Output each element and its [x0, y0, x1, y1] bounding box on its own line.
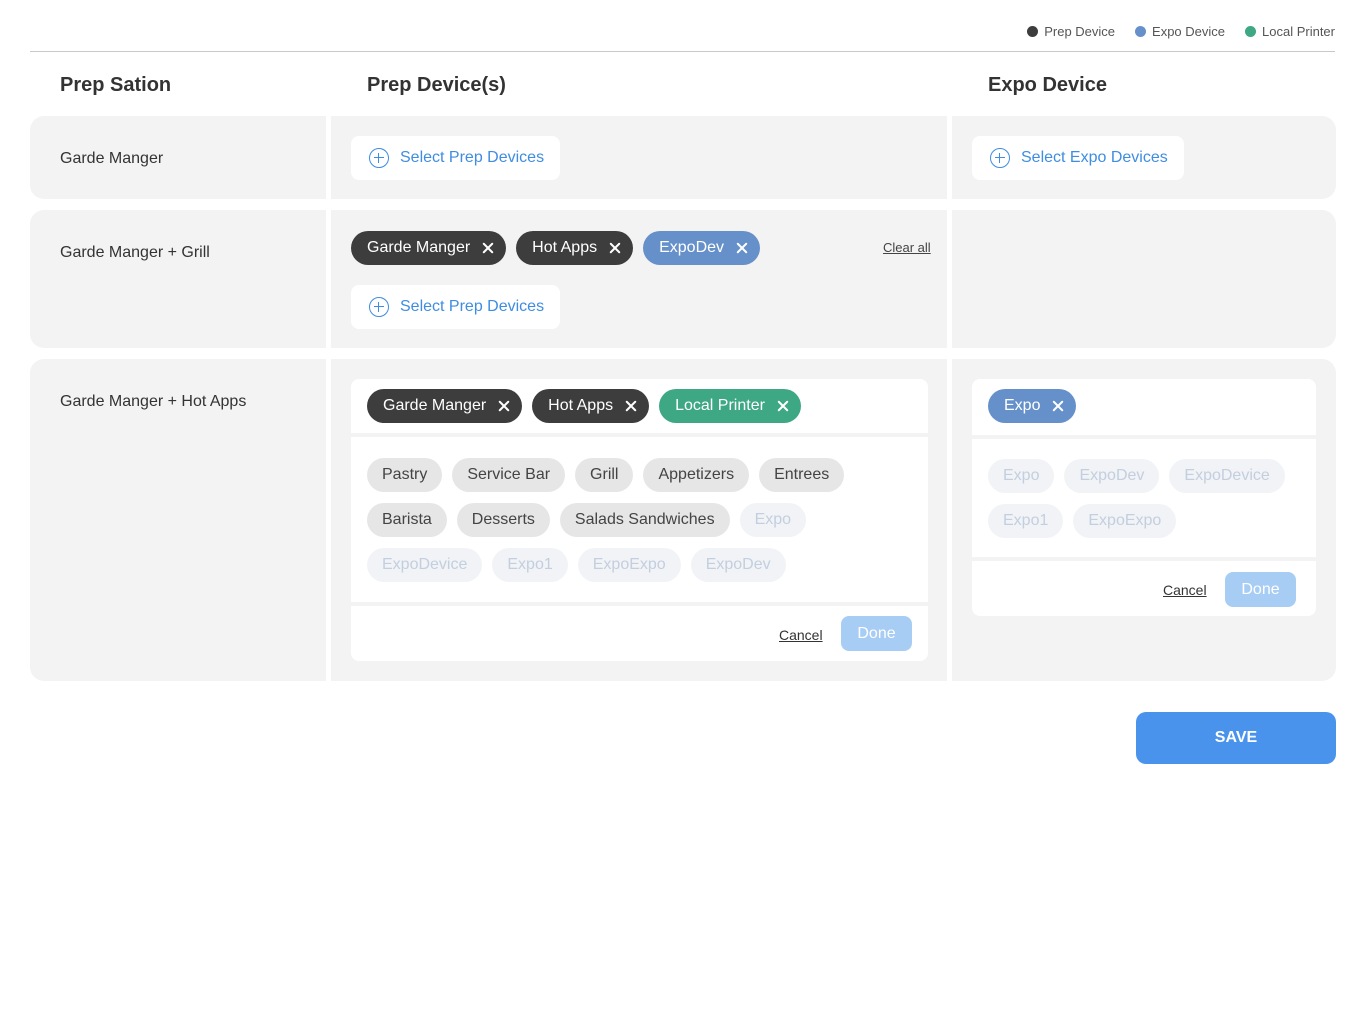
cancel-button[interactable]: Cancel — [779, 627, 823, 643]
chip-label: Hot Apps — [548, 397, 614, 414]
device-option-disabled: ExpoExpo — [1073, 504, 1177, 538]
prep-device-dot-icon — [1027, 26, 1039, 37]
save-button[interactable]: SAVE — [1136, 712, 1336, 764]
picker-divider — [351, 433, 928, 437]
expo-device-dot-icon — [1135, 26, 1147, 37]
legend-label: Expo Device — [1152, 24, 1226, 39]
prep-device-cell: Garde Manger Hot Apps Local Printer Past… — [331, 359, 947, 681]
cancel-button[interactable]: Cancel — [1163, 582, 1207, 598]
remove-icon[interactable] — [498, 400, 510, 412]
device-option-disabled: Expo1 — [988, 504, 1064, 538]
chip-label: Hot Apps — [532, 239, 598, 256]
device-chip: Hot Apps — [516, 231, 634, 265]
selected-devices: Garde Manger Hot Apps Local Printer — [367, 389, 801, 423]
expo-device-cell: Select Expo Devices — [952, 116, 1336, 199]
header-divider — [30, 51, 1335, 52]
device-option-disabled: ExpoDevice — [367, 548, 483, 582]
plus-circle-icon — [369, 148, 389, 168]
chip-label: Expo — [1004, 397, 1041, 414]
column-header-station: Prep Sation — [60, 74, 172, 96]
remove-icon[interactable] — [777, 400, 789, 412]
device-chip: Garde Manger — [351, 231, 507, 265]
remove-icon[interactable] — [736, 242, 748, 254]
device-chip: Hot Apps — [532, 389, 650, 423]
expo-device-picker: Expo Expo ExpoDev ExpoDevice Expo1 ExpoE… — [972, 379, 1316, 616]
remove-icon[interactable] — [482, 242, 494, 254]
picker-divider — [972, 435, 1316, 439]
prep-device-picker: Garde Manger Hot Apps Local Printer Past… — [351, 379, 928, 661]
device-option-disabled: Expo — [988, 459, 1055, 493]
legend-label: Prep Device — [1044, 24, 1116, 39]
chip-label: Local Printer — [675, 397, 765, 414]
device-chip: Garde Manger — [367, 389, 523, 423]
legend-item-expo: Expo Device — [1135, 24, 1225, 39]
done-button[interactable]: Done — [841, 616, 912, 651]
device-option-disabled: Expo — [739, 503, 807, 537]
prep-device-cell: Select Prep Devices — [331, 116, 947, 199]
select-prep-devices-button[interactable]: Select Prep Devices — [351, 285, 561, 329]
station-cell: Garde Manger + Hot Apps — [30, 359, 326, 681]
device-chip: Local Printer — [659, 389, 801, 423]
legend-item-local: Local Printer — [1245, 24, 1335, 39]
remove-icon[interactable] — [625, 400, 637, 412]
prep-device-cell: Garde Manger Hot Apps ExpoDev Clear all … — [331, 210, 947, 348]
station-label: Garde Manger + Hot Apps — [60, 393, 247, 410]
device-option[interactable]: Service Bar — [452, 458, 566, 492]
device-option[interactable]: Entrees — [759, 458, 845, 492]
button-label: Select Expo Devices — [1021, 149, 1168, 166]
plus-circle-icon — [369, 297, 389, 317]
selected-devices: Garde Manger Hot Apps ExpoDev — [351, 231, 761, 265]
device-chip: ExpoDev — [643, 231, 761, 265]
legend-item-prep: Prep Device — [1027, 24, 1115, 39]
remove-icon[interactable] — [1052, 400, 1064, 412]
device-options: Expo ExpoDev ExpoDevice Expo1 ExpoExpo — [988, 459, 1298, 538]
device-option-disabled: ExpoDev — [690, 548, 786, 582]
expo-device-cell: Expo Expo ExpoDev ExpoDevice Expo1 ExpoE… — [952, 359, 1336, 681]
selected-devices: Expo — [988, 389, 1077, 423]
column-header-expo: Expo Device — [988, 74, 1107, 96]
device-option[interactable]: Desserts — [456, 503, 550, 537]
device-option[interactable]: Pastry — [367, 458, 443, 492]
legend-label: Local Printer — [1262, 24, 1335, 39]
chip-label: Garde Manger — [383, 397, 487, 414]
station-cell: Garde Manger — [30, 116, 326, 199]
select-expo-devices-button[interactable]: Select Expo Devices — [972, 136, 1184, 180]
station-cell: Garde Manger + Grill — [30, 210, 326, 348]
remove-icon[interactable] — [609, 242, 621, 254]
device-option-disabled: ExpoDevice — [1169, 459, 1285, 493]
done-button[interactable]: Done — [1225, 572, 1296, 607]
device-chip: Expo — [988, 389, 1077, 423]
device-options: Pastry Service Bar Grill Appetizers Entr… — [367, 458, 907, 582]
station-label: Garde Manger — [60, 150, 164, 167]
column-header-prep: Prep Device(s) — [367, 74, 506, 96]
device-option[interactable]: Grill — [575, 458, 634, 492]
expo-device-cell — [952, 210, 1336, 348]
select-prep-devices-button[interactable]: Select Prep Devices — [351, 136, 561, 180]
chip-label: Garde Manger — [367, 239, 471, 256]
device-option-disabled: ExpoExpo — [577, 548, 681, 582]
device-option-disabled: ExpoDev — [1064, 459, 1160, 493]
device-legend: Prep Device Expo Device Local Printer — [1027, 24, 1335, 39]
button-label: Select Prep Devices — [400, 298, 545, 315]
device-option[interactable]: Salads Sandwiches — [559, 503, 730, 537]
local-printer-dot-icon — [1245, 26, 1257, 37]
device-option[interactable]: Barista — [367, 503, 447, 537]
picker-divider — [351, 602, 928, 606]
button-label: Select Prep Devices — [400, 149, 545, 166]
device-option[interactable]: Appetizers — [643, 458, 750, 492]
device-option-disabled: Expo1 — [492, 548, 568, 582]
chip-label: ExpoDev — [659, 239, 725, 256]
clear-all-link[interactable]: Clear all — [883, 240, 931, 255]
picker-divider — [972, 557, 1316, 561]
plus-circle-icon — [990, 148, 1010, 168]
station-label: Garde Manger + Grill — [60, 244, 210, 261]
